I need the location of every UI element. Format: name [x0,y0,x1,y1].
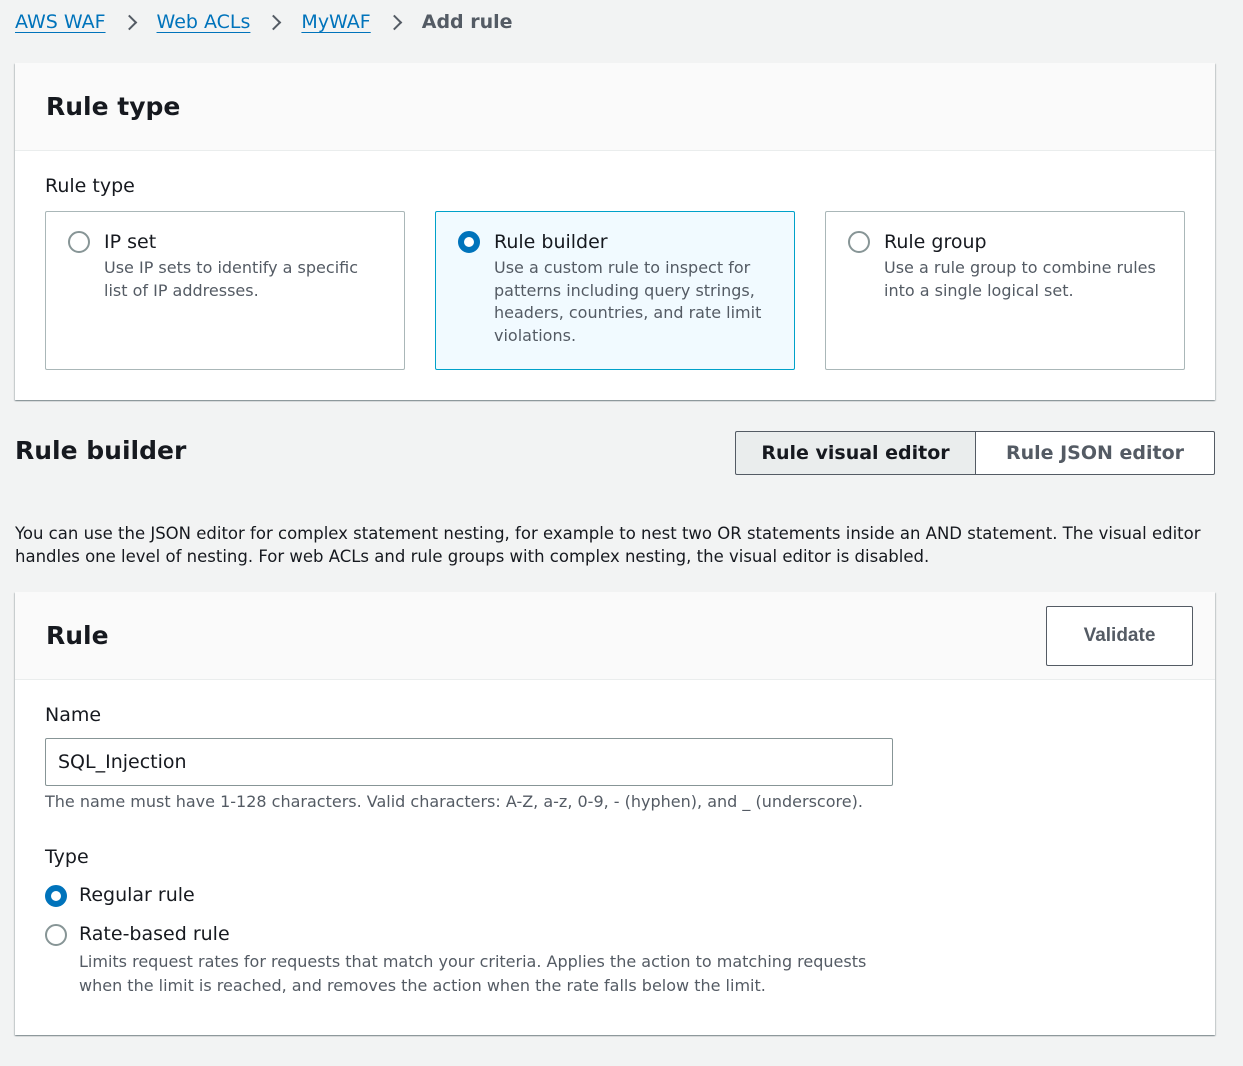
type-option-rate-based-rule[interactable]: Rate-based rule Limits request rates for… [45,922,899,998]
editor-nesting-note: You can use the JSON editor for complex … [15,524,1201,566]
rule-type-field-label: Rule type [45,175,135,197]
tile-ip-set[interactable]: IP set Use IP sets to identify a specifi… [45,211,405,370]
breadcrumb-link-aws-waf[interactable]: AWS WAF [15,11,106,33]
rule-panel-title: Rule [46,621,109,650]
tile-rule-group-title: Rule group [884,231,987,253]
radio-rule-group[interactable] [848,231,870,253]
tile-ip-set-title: IP set [104,231,157,253]
rule-panel-header: Rule Validate [15,592,1215,680]
name-field-hint: The name must have 1-128 characters. Val… [45,792,863,811]
tile-rule-builder[interactable]: Rule builder Use a custom rule to inspec… [435,211,795,370]
tile-rule-builder-title: Rule builder [494,231,608,253]
breadcrumb-link-mywaf[interactable]: MyWAF [301,11,370,33]
tile-rule-group[interactable]: Rule group Use a rule group to combine r… [825,211,1185,370]
chevron-right-icon [266,14,282,30]
radio-ip-set[interactable] [68,231,90,253]
rule-panel: Rule Validate Name The name must have 1-… [15,592,1215,1035]
rule-type-tiles: IP set Use IP sets to identify a specifi… [45,211,1185,370]
chevron-right-icon [121,14,137,30]
tile-rule-group-description: Use a rule group to combine rules into a… [884,258,1156,300]
regular-rule-label: Regular rule [79,884,195,906]
type-option-regular-rule[interactable]: Regular rule [45,883,899,908]
rule-type-panel: Rule type Rule type IP set Use IP sets t… [15,63,1215,400]
editor-mode-toggle: Rule visual editor Rule JSON editor [735,431,1215,475]
tile-ip-set-description: Use IP sets to identify a specific list … [104,258,359,300]
type-field-label: Type [45,846,89,868]
rule-name-input[interactable] [45,738,893,786]
rule-json-editor-button[interactable]: Rule JSON editor [976,431,1215,475]
rule-form: Name The name must have 1-128 characters… [45,704,899,998]
rate-based-rule-label: Rate-based rule [79,923,230,945]
name-field-label: Name [45,704,102,726]
radio-rate-based-rule[interactable] [45,924,67,946]
chevron-right-icon [386,14,403,30]
tile-rule-builder-description: Use a custom rule to inspect for pattern… [494,258,762,345]
rule-builder-heading: Rule builder [15,436,187,465]
validate-button[interactable]: Validate [1046,605,1193,666]
radio-rule-builder[interactable] [458,231,480,253]
breadcrumb: AWS WAF Web ACLs MyWAF Add rule [15,8,513,36]
breadcrumb-link-web-acls[interactable]: Web ACLs [157,11,251,33]
rule-visual-editor-button[interactable]: Rule visual editor [735,431,976,475]
breadcrumb-current: Add rule [421,11,513,33]
rule-type-panel-title: Rule type [46,92,181,121]
radio-regular-rule[interactable] [45,885,67,907]
rule-type-panel-header: Rule type [15,63,1215,151]
rate-based-rule-description: Limits request rates for requests that m… [79,952,867,995]
